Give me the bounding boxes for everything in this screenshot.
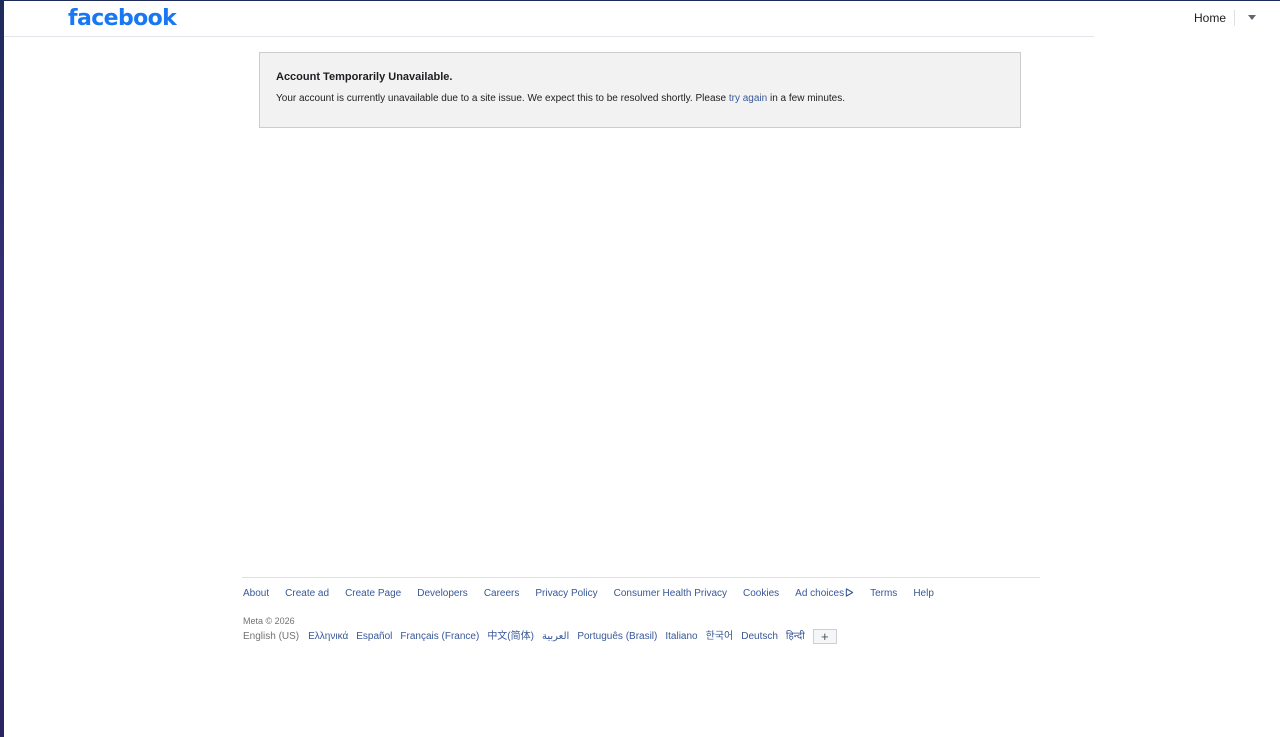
notice-body-text: Your account is currently unavailable du… (276, 93, 729, 104)
nav-separator (1234, 10, 1235, 26)
footer-divider (242, 577, 1040, 578)
footer-link-privacy-policy[interactable]: Privacy Policy (535, 587, 597, 601)
top-bar-divider (4, 36, 1094, 37)
language-link-french[interactable]: Français (France) (400, 630, 479, 644)
notice-title: Account Temporarily Unavailable. (276, 71, 453, 83)
footer-links: About Create ad Create Page Developers C… (242, 587, 1040, 601)
ad-choices-label: Ad choices (795, 588, 845, 599)
footer-link-help[interactable]: Help (913, 587, 934, 601)
notice-body: Your account is currently unavailable du… (276, 92, 845, 106)
language-link-italian[interactable]: Italiano (665, 630, 697, 644)
language-link-korean[interactable]: 한국어 (706, 630, 734, 644)
language-link-spanish[interactable]: Español (356, 630, 392, 644)
language-selector: English (US) Ελληνικά Español Français (… (242, 629, 1040, 644)
home-link[interactable]: Home (1194, 10, 1226, 26)
language-link-hindi[interactable]: हिन्दी (786, 630, 805, 644)
copyright: Meta © 2026 (243, 616, 295, 626)
footer-link-ad-choices[interactable]: Ad choices (795, 587, 854, 601)
language-link-german[interactable]: Deutsch (741, 630, 778, 644)
page: facebook Home Account Temporarily Unavai… (4, 1, 1280, 737)
footer-link-create-ad[interactable]: Create ad (285, 587, 329, 601)
footer-link-developers[interactable]: Developers (417, 587, 468, 601)
language-link-greek[interactable]: Ελληνικά (308, 630, 348, 644)
footer-link-about[interactable]: About (243, 587, 269, 601)
footer-link-terms[interactable]: Terms (870, 587, 897, 601)
unavailable-notice: Account Temporarily Unavailable. Your ac… (259, 52, 1021, 128)
language-link-chinese[interactable]: 中文(简体) (487, 630, 534, 644)
current-language: English (US) (243, 630, 300, 642)
footer-link-cookies[interactable]: Cookies (743, 587, 779, 601)
language-link-arabic[interactable]: العربية (542, 630, 569, 644)
notice-body-end: in a few minutes. (767, 93, 846, 104)
language-link-portuguese[interactable]: Português (Brasil) (577, 630, 657, 644)
plus-icon: + (821, 629, 829, 644)
facebook-logo[interactable]: facebook (68, 5, 177, 33)
footer-link-consumer-health-privacy[interactable]: Consumer Health Privacy (614, 587, 727, 601)
footer: About Create ad Create Page Developers C… (242, 577, 1040, 644)
footer-link-careers[interactable]: Careers (484, 587, 520, 601)
caret-down-icon[interactable] (1248, 15, 1256, 20)
ad-choices-icon (845, 588, 854, 597)
footer-link-create-page[interactable]: Create Page (345, 587, 401, 601)
try-again-link[interactable]: try again (729, 93, 767, 104)
top-bar: facebook Home (4, 1, 1280, 37)
more-languages-button[interactable]: + (812, 629, 837, 644)
